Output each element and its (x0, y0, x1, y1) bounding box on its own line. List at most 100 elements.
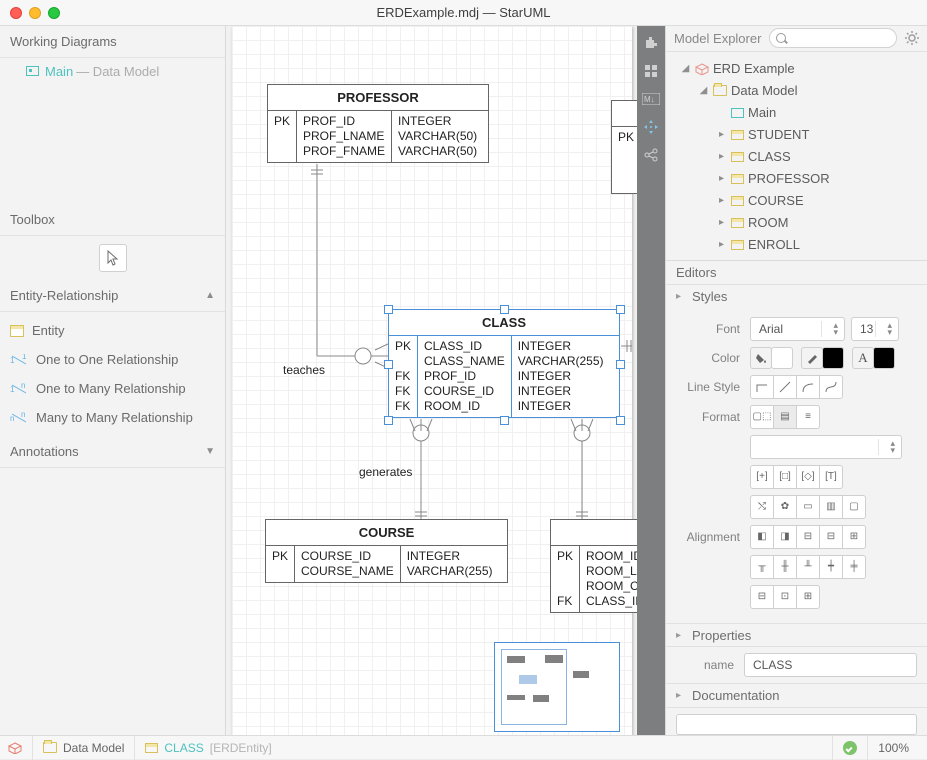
line-color-swatch[interactable] (822, 347, 844, 369)
search-input[interactable] (769, 28, 897, 48)
align-12[interactable]: ⊞ (796, 585, 820, 609)
tool-one-to-one[interactable]: 11 One to One Relationship (0, 345, 225, 374)
linestyle-rect[interactable] (750, 375, 774, 399)
er-section-label: Entity-Relationship (10, 288, 118, 303)
documentation-head[interactable]: ▸Documentation (666, 683, 927, 707)
align-1[interactable]: ◨ (773, 525, 797, 549)
selection-handle[interactable] (384, 305, 393, 314)
linestyle-round[interactable] (796, 375, 820, 399)
entity-class[interactable]: CLASS PK FKFKFK CLASS_IDCLASS_NAME PROF_… (388, 309, 620, 418)
misc-3[interactable]: ▥ (819, 495, 843, 519)
text-color-swatch[interactable] (873, 347, 895, 369)
working-diagram-item[interactable]: Main — Data Model (0, 58, 225, 84)
properties-head[interactable]: ▸Properties (666, 623, 927, 647)
align-2[interactable]: ⊟ (796, 525, 820, 549)
align-5[interactable]: ╥ (750, 555, 774, 579)
selection-handle[interactable] (616, 360, 625, 369)
tool-many-to-many[interactable]: nn Many to Many Relationship (0, 403, 225, 432)
one-to-one-icon: 11 (10, 354, 28, 366)
align-7[interactable]: ╨ (796, 555, 820, 579)
tree-item-main[interactable]: Main (670, 102, 923, 124)
status-project[interactable] (8, 736, 32, 760)
tool-many-to-many-label: Many to Many Relationship (36, 410, 193, 425)
misc-2[interactable]: ▭ (796, 495, 820, 519)
align-6[interactable]: ╫ (773, 555, 797, 579)
selection-handle[interactable] (500, 305, 509, 314)
tree-item-class[interactable]: ▸CLASS (670, 146, 923, 168)
align-10[interactable]: ⊟ (750, 585, 774, 609)
align-8[interactable]: ┿ (819, 555, 843, 579)
tree-item-enroll[interactable]: ▸ENROLL (670, 234, 923, 256)
window-minimize-icon[interactable] (29, 7, 41, 19)
selection-handle[interactable] (384, 416, 393, 425)
selection-handle[interactable] (500, 416, 509, 425)
format-0[interactable]: ▢⬚ (750, 405, 774, 429)
fill-color-swatch[interactable] (771, 347, 793, 369)
tool-entity[interactable]: Entity (0, 316, 225, 345)
selection-handle[interactable] (616, 305, 625, 314)
misc-4[interactable]: ▢ (842, 495, 866, 519)
vis-2[interactable]: [◇] (796, 465, 820, 489)
tool-one-to-many[interactable]: 1n One to Many Relationship (0, 374, 225, 403)
line-color-button[interactable] (801, 347, 823, 369)
er-section-head[interactable]: Entity-Relationship ▲ (0, 280, 225, 312)
tree-item-student[interactable]: ▸STUDENT (670, 124, 923, 146)
documentation-textarea[interactable] (676, 714, 917, 735)
window-zoom-icon[interactable] (48, 7, 60, 19)
entity-icon (731, 130, 744, 140)
vis-1[interactable]: [□] (773, 465, 797, 489)
grid-icon[interactable] (640, 60, 662, 82)
tree-item-professor[interactable]: ▸PROFESSOR (670, 168, 923, 190)
align-11[interactable]: ⊡ (773, 585, 797, 609)
align-3[interactable]: ⊟ (819, 525, 843, 549)
markdown-icon[interactable]: M↓ (640, 88, 662, 110)
status-selected[interactable]: CLASS [ERDEntity] (134, 736, 281, 760)
pencil-icon (806, 352, 818, 364)
prop-name-input[interactable] (744, 653, 917, 677)
annotations-head[interactable]: Annotations ▼ (0, 436, 225, 468)
styles-head[interactable]: ▸Styles (666, 285, 927, 309)
font-size-select[interactable]: 13▴▾ (851, 317, 899, 341)
tree-item-room[interactable]: ▸ROOM (670, 212, 923, 234)
format-2[interactable]: ≡ (796, 405, 820, 429)
window-close-icon[interactable] (10, 7, 22, 19)
gear-icon[interactable] (905, 31, 919, 45)
canvas-area[interactable]: teaches generates PROFESSOR PK PROF_IDPR… (226, 26, 666, 735)
entity-professor[interactable]: PROFESSOR PK PROF_IDPROF_LNAMEPROF_FNAME… (267, 84, 489, 163)
text-color-button[interactable]: A (852, 347, 874, 369)
model-explorer-tree[interactable]: ◢ERD Example ◢Data Model Main ▸STUDENT ▸… (666, 52, 927, 261)
status-model[interactable]: Data Model (32, 736, 134, 760)
entity-course[interactable]: COURSE PK COURSE_IDCOURSE_NAME INTEGERVA… (265, 519, 508, 583)
working-diagrams-head[interactable]: Working Diagrams (0, 26, 225, 58)
minimap[interactable] (494, 642, 620, 732)
fill-color-button[interactable] (750, 347, 772, 369)
misc-0[interactable]: ⤭ (750, 495, 774, 519)
font-label: Font (666, 322, 750, 336)
tree-item-course[interactable]: ▸COURSE (670, 190, 923, 212)
extension-icon[interactable] (640, 32, 662, 54)
diagram-canvas[interactable]: teaches generates PROFESSOR PK PROF_IDPR… (232, 26, 632, 735)
format-1[interactable]: ▤ (773, 405, 797, 429)
move-icon[interactable] (640, 116, 662, 138)
align-0[interactable]: ◧ (750, 525, 774, 549)
align-9[interactable]: ╪ (842, 555, 866, 579)
tree-expand[interactable]: ◢Data Model (670, 80, 923, 102)
stereotype-select[interactable]: ▴▾ (750, 435, 902, 459)
titlebar: ERDExample.mdj — StarUML (0, 0, 927, 26)
misc-1[interactable]: ✿ (773, 495, 797, 519)
tree-expand[interactable]: ◢ERD Example (670, 58, 923, 80)
pointer-tool[interactable] (99, 244, 127, 272)
entity-course-title: COURSE (266, 520, 507, 546)
selection-handle[interactable] (384, 360, 393, 369)
selection-handle[interactable] (616, 416, 625, 425)
vis-3[interactable]: [T] (819, 465, 843, 489)
toolbox-head[interactable]: Toolbox (0, 204, 225, 236)
share-icon[interactable] (640, 144, 662, 166)
align-4[interactable]: ⊞ (842, 525, 866, 549)
font-select[interactable]: Arial▴▾ (750, 317, 845, 341)
editors-head[interactable]: Editors (666, 261, 927, 285)
linestyle-diag[interactable] (773, 375, 797, 399)
vis-0[interactable]: [+] (750, 465, 774, 489)
linestyle-curve[interactable] (819, 375, 843, 399)
zoom-level[interactable]: 100% (867, 736, 919, 760)
